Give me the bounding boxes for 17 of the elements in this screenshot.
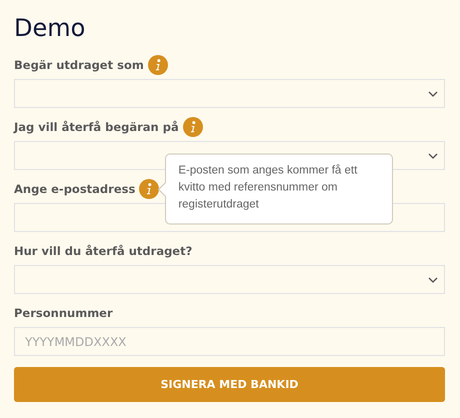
info-icon[interactable] xyxy=(139,179,160,199)
field-label: Hur vill du återfå utdraget? xyxy=(14,244,192,258)
info-icon[interactable] xyxy=(148,55,168,75)
select-field[interactable] xyxy=(14,79,445,108)
select-field[interactable] xyxy=(14,265,445,294)
chevron-down-icon xyxy=(428,276,438,282)
tooltip: E-posten som anges kommer få ett kvitto med referensnummer om registerutdraget xyxy=(159,154,394,224)
field-label: Begär utdraget som xyxy=(14,58,144,72)
sign-button[interactable]: SIGNERA MED BANKID xyxy=(14,367,445,402)
field-label: Personnummer xyxy=(14,306,113,320)
chevron-down-icon xyxy=(428,90,438,96)
chevron-down-icon xyxy=(428,152,438,158)
info-icon[interactable] xyxy=(182,117,203,137)
input-field[interactable]: YYYYMMDDXXXX xyxy=(14,327,445,356)
field-label: Jag vill återfå begäran på xyxy=(14,120,179,134)
field-label: Ange e-postadress xyxy=(14,182,136,196)
page-title: Demo xyxy=(14,13,86,44)
